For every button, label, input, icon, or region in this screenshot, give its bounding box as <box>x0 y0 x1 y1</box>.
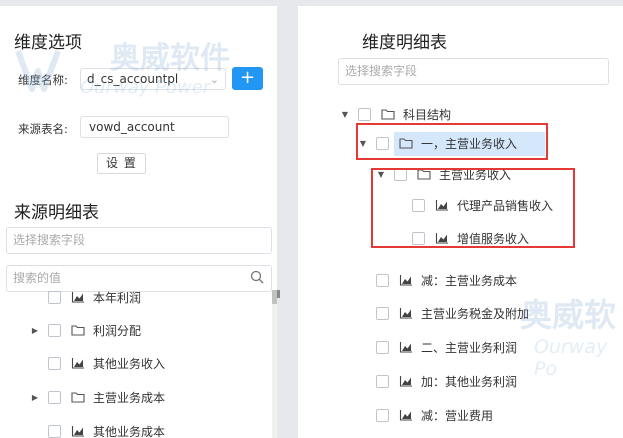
tree-node[interactable]: 减：主营业务成本 <box>358 269 517 291</box>
source-search-value-placeholder: 搜索的值 <box>13 271 62 285</box>
tree-node-label: 主营业务成本 <box>93 390 166 405</box>
source-table-label: 来源表名: <box>18 122 68 136</box>
chevron-down-icon: ⌄ <box>209 73 219 86</box>
tree-node[interactable]: 减：营业费用 <box>358 404 493 426</box>
right-panel: 维度明细表 选择搜索字段 ▼ 科目结构 ▼ 一，主营业务收入 ▼ 主营业务收入 代理产品销售… <box>298 6 623 438</box>
dimension-name-label: 维度名称: <box>18 73 68 87</box>
panel-resize-handle[interactable] <box>277 290 280 298</box>
tree-node[interactable]: ▶ 利润分配 <box>30 319 141 341</box>
tree-node-label: 其他业务收入 <box>93 356 166 371</box>
setup-button[interactable]: 设 置 <box>97 153 146 174</box>
tree-checkbox[interactable] <box>48 323 61 337</box>
tree-node-label: 二、主营业务利润 <box>421 340 518 355</box>
folder-icon <box>71 392 85 403</box>
chart-icon <box>399 376 412 387</box>
detail-search-field-select[interactable]: 选择搜索字段 <box>338 58 609 85</box>
tree-node-label: 利润分配 <box>93 323 142 338</box>
tree-node[interactable]: 其他业务成本 <box>30 420 165 438</box>
highlight-box-children <box>371 168 575 248</box>
source-detail-title: 来源明细表 <box>14 203 99 223</box>
caret-down-icon[interactable]: ▼ <box>340 110 350 119</box>
caret-right-icon[interactable]: ▶ <box>30 393 40 402</box>
tree-node-label: 其他业务成本 <box>93 424 166 438</box>
folder-icon <box>381 109 395 120</box>
chart-icon <box>71 358 84 369</box>
tree-checkbox[interactable] <box>48 424 61 438</box>
tree-checkbox[interactable] <box>358 107 371 121</box>
tree-checkbox[interactable] <box>48 290 61 304</box>
dimension-name-select[interactable]: d_cs_accountpl ⌄ <box>80 68 226 90</box>
source-table-input[interactable]: vowd_account <box>80 116 229 138</box>
tree-node[interactable]: ▶ 主营业务成本 <box>30 386 165 408</box>
tree-node[interactable]: 本年利润 <box>30 286 141 308</box>
dimension-options-title: 维度选项 <box>14 33 82 53</box>
tree-node[interactable]: 二、主营业务利润 <box>358 336 517 358</box>
dimension-detail-title: 维度明细表 <box>362 33 447 53</box>
tree-node-label: 科目结构 <box>403 107 452 122</box>
chart-icon <box>399 308 412 319</box>
highlight-box-top <box>356 123 548 160</box>
chart-icon <box>71 426 84 437</box>
tree-checkbox[interactable] <box>48 356 61 370</box>
tree-node[interactable]: 加：其他业务利润 <box>358 370 517 392</box>
chart-icon <box>399 342 412 353</box>
chart-icon <box>399 410 412 421</box>
folder-icon <box>71 325 85 336</box>
tree-node-label: 加：其他业务利润 <box>421 374 518 389</box>
tree-node-label: 本年利润 <box>93 290 142 305</box>
chart-icon <box>399 275 412 286</box>
search-icon[interactable] <box>250 270 264 284</box>
source-search-field-select[interactable]: 选择搜索字段 <box>6 227 272 254</box>
caret-right-icon[interactable]: ▶ <box>30 326 40 335</box>
tree-node-label: 主营业务税金及附加 <box>421 306 530 321</box>
chart-icon <box>71 292 84 303</box>
tree-checkbox[interactable] <box>376 374 389 388</box>
tree-node[interactable]: 其他业务收入 <box>30 352 165 374</box>
tree-node[interactable]: 主营业务税金及附加 <box>358 302 529 324</box>
tree-node-label: 减：主营业务成本 <box>421 273 518 288</box>
tree-checkbox[interactable] <box>48 390 61 404</box>
tree-checkbox[interactable] <box>376 273 389 287</box>
tree-node-label: 减：营业费用 <box>421 408 494 423</box>
dimension-name-value: d_cs_accountpl <box>87 72 179 86</box>
tree-checkbox[interactable] <box>376 306 389 320</box>
tree-node[interactable]: ▼ 科目结构 <box>340 103 451 125</box>
add-dimension-button[interactable]: + <box>232 67 263 90</box>
source-tree-scrollbar[interactable] <box>272 290 277 438</box>
tree-checkbox[interactable] <box>376 340 389 354</box>
tree-checkbox[interactable] <box>376 408 389 422</box>
left-panel: 维度选项 维度名称: d_cs_accountpl ⌄ + 来源表名: vowd… <box>0 6 277 438</box>
